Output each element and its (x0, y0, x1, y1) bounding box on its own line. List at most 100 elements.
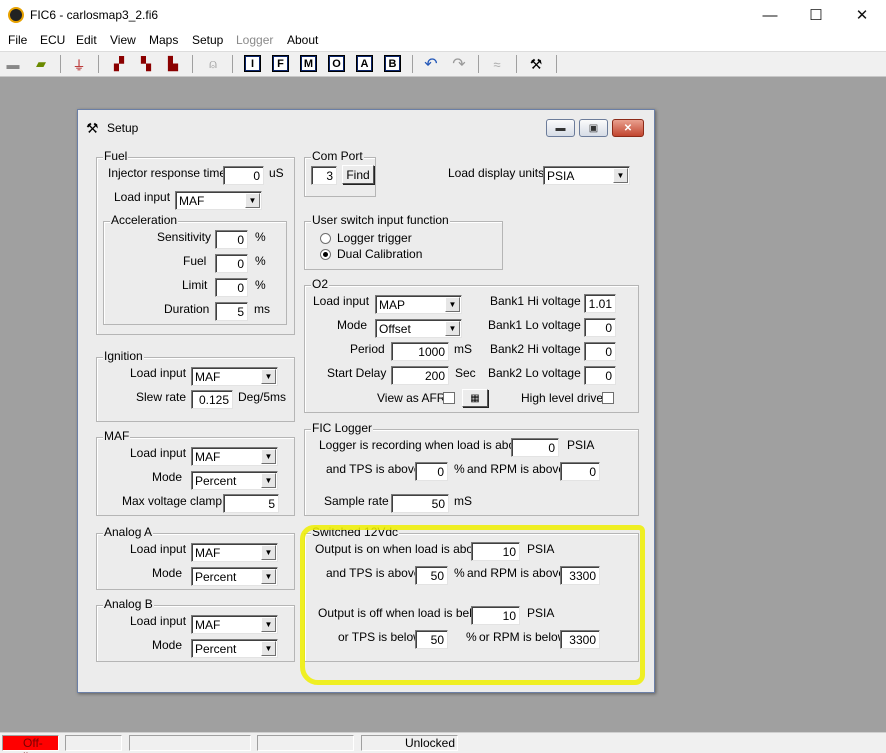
bank2-hi-field[interactable]: 0 (584, 342, 616, 361)
fuel-load-input-value: MAF (179, 194, 205, 208)
bank1-lo-field[interactable]: 0 (584, 318, 616, 337)
dialog-maximize-button[interactable]: ▣ (579, 119, 608, 137)
maf-mode-select[interactable]: Percent ▼ (191, 471, 278, 490)
setup-tools-icon[interactable]: ⚒ (527, 55, 545, 73)
com-port-label: Com Port (311, 149, 364, 163)
maf-group-label: MAF (103, 429, 131, 443)
menu-setup[interactable]: Setup (192, 33, 223, 47)
menu-maps[interactable]: Maps (149, 33, 178, 47)
ignition-group-label: Ignition (103, 349, 144, 363)
accel-fuel-field[interactable]: 0 (215, 254, 248, 273)
logger-rpm-field[interactable]: 0 (560, 462, 600, 481)
period-field[interactable]: 1000 (391, 342, 449, 361)
toolbar-separator (478, 55, 479, 73)
sensitivity-field[interactable]: 0 (215, 230, 248, 249)
duration-field[interactable]: 5 (215, 302, 248, 321)
ecu-write-icon[interactable]: ▚ (137, 55, 155, 73)
chevron-down-icon: ▼ (261, 473, 276, 488)
dialog-close-button[interactable]: ✕ (612, 119, 644, 137)
menu-file[interactable]: File (8, 33, 27, 47)
bank2-lo-field[interactable]: 0 (584, 366, 616, 385)
sample-rate-unit: mS (454, 494, 472, 508)
toolbar-separator (192, 55, 193, 73)
limit-field[interactable]: 0 (215, 278, 248, 297)
chevron-down-icon: ▼ (445, 297, 460, 312)
o2-load-input-label: Load input (313, 294, 370, 308)
analog-a-mode-value: Percent (195, 570, 237, 584)
chevron-down-icon: ▼ (445, 321, 460, 336)
logger-tps-field[interactable]: 0 (415, 462, 448, 481)
start-delay-field[interactable]: 200 (391, 366, 449, 385)
bank2-lo-label: Bank2 Lo voltage (488, 366, 581, 380)
fuel-load-input-select[interactable]: MAF ▼ (175, 191, 262, 210)
map-b-button[interactable]: B (384, 55, 401, 72)
smooth-icon[interactable]: ≈ (488, 55, 506, 73)
menu-about[interactable]: About (287, 33, 318, 47)
menu-view[interactable]: View (110, 33, 136, 47)
tools-icon: ⚒ (86, 120, 99, 136)
close-button[interactable]: ✕ (839, 0, 885, 30)
toolbar-separator (232, 55, 233, 73)
afr-table-button[interactable]: ▦ (462, 389, 488, 407)
menu-edit[interactable]: Edit (76, 33, 97, 47)
injector-icon[interactable]: ⏚ (70, 55, 88, 73)
o2-load-input-select[interactable]: MAP ▼ (375, 295, 462, 314)
user-switch-label: User switch input function (311, 213, 450, 227)
bank2-hi-label: Bank2 Hi voltage (490, 342, 581, 356)
chevron-down-icon: ▼ (261, 569, 276, 584)
car-icon[interactable]: ▬ (4, 55, 22, 73)
bank1-hi-field[interactable]: 1.01 (584, 294, 616, 313)
map-m-button[interactable]: M (300, 55, 317, 72)
analog-a-mode-select[interactable]: Percent ▼ (191, 567, 278, 586)
ignition-load-input-select[interactable]: MAF ▼ (191, 367, 278, 386)
max-clamp-field[interactable]: 5 (223, 494, 279, 513)
analog-b-mode-select[interactable]: Percent ▼ (191, 639, 278, 658)
com-port-field[interactable]: 3 (311, 166, 337, 185)
sample-rate-field[interactable]: 50 (391, 494, 449, 513)
injector-response-field[interactable]: 0 (223, 166, 264, 185)
menu-ecu[interactable]: ECU (40, 33, 65, 47)
dual-calibration-radio[interactable] (320, 249, 331, 260)
gauge-icon[interactable]: ⍝ (204, 55, 222, 73)
menu-logger[interactable]: Logger (236, 33, 273, 47)
logger-rpm-label: and RPM is above (467, 462, 566, 476)
logger-load-field[interactable]: 0 (511, 438, 559, 457)
injector-response-unit: uS (269, 166, 284, 180)
o2-mode-select[interactable]: Offset ▼ (375, 319, 462, 338)
analog-a-load-input-select[interactable]: MAF ▼ (191, 543, 278, 562)
fuel-group-label: Fuel (103, 149, 129, 163)
open-folder-icon[interactable]: ▰ (32, 55, 50, 73)
status-panel (257, 735, 354, 751)
limit-unit: % (255, 278, 266, 292)
slew-rate-field[interactable]: 0.125 (191, 390, 233, 409)
view-afr-checkbox[interactable] (443, 392, 455, 404)
analog-b-load-input-label: Load input (130, 614, 187, 628)
logger-trigger-radio[interactable] (320, 233, 331, 244)
map-a-button[interactable]: A (356, 55, 373, 72)
redo-icon[interactable]: ↷ (450, 55, 468, 73)
maf-load-input-select[interactable]: MAF ▼ (191, 447, 278, 466)
toolbar-separator (516, 55, 517, 73)
load-display-units-select[interactable]: PSIA ▼ (543, 166, 630, 185)
ecu-compare-icon[interactable]: ▙ (164, 55, 182, 73)
o2-group-label: O2 (311, 277, 330, 291)
map-i-button[interactable]: I (244, 55, 261, 72)
map-f-button[interactable]: F (272, 55, 289, 72)
status-panel (129, 735, 251, 751)
analog-b-load-input-select[interactable]: MAF ▼ (191, 615, 278, 634)
maf-load-input-value: MAF (195, 450, 221, 464)
sensitivity-unit: % (255, 230, 266, 244)
user-switch-group (304, 221, 503, 270)
o2-load-input-value: MAP (379, 298, 406, 312)
maximize-button[interactable]: ☐ (793, 0, 839, 30)
start-delay-label: Start Delay (327, 366, 387, 380)
window-title: FIC6 - carlosmap3_2.fi6 (30, 8, 159, 22)
toolbar-separator (556, 55, 557, 73)
ecu-read-icon[interactable]: ▞ (110, 55, 128, 73)
undo-icon[interactable]: ↶ (422, 55, 440, 73)
dialog-minimize-button[interactable]: ▬ (546, 119, 575, 137)
map-o-button[interactable]: O (328, 55, 345, 72)
minimize-button[interactable]: — (747, 0, 793, 30)
high-level-drive-checkbox[interactable] (602, 392, 614, 404)
find-button[interactable]: Find (342, 165, 374, 184)
